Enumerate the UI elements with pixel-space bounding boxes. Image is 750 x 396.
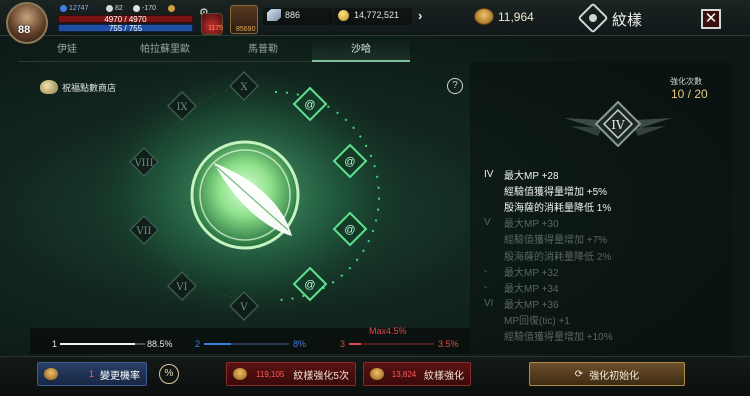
stat-rank: - [484, 281, 488, 293]
reset-enhance-button[interactable]: ⟳ 強化初始化 [529, 362, 685, 386]
stat-text: 最大MP +34 [504, 283, 559, 295]
stat-text: 經驗值獲得量增加 +7% [504, 235, 608, 247]
stat-text: 殷海薩的消耗量降低 2% [504, 251, 612, 263]
stat-text: 最大MP +32 [504, 267, 559, 279]
rank-badge: IV [564, 100, 672, 148]
percent-button[interactable]: % [159, 364, 179, 384]
roman-ix: IX [176, 102, 188, 113]
prob1-fill [60, 343, 135, 345]
rank-numeral: IV [611, 118, 625, 132]
prob2-index: 2 [195, 339, 201, 349]
swirl-icon: @ [344, 156, 355, 168]
emblem-point-icon [474, 8, 494, 25]
stat-list: IV 最大MP +28 經驗值獲得量增加 +5% 殷海薩的消耗量降低 1% V 最大MP … [484, 166, 724, 344]
refresh-icon: ⟳ [574, 368, 584, 380]
change-probability-button[interactable]: 1 變更機率 [37, 362, 147, 386]
roman-x: X [240, 82, 248, 93]
emblem-coin-icon [370, 368, 384, 380]
prob3-fill [349, 343, 361, 345]
stat-rank: VI [484, 298, 494, 310]
close-button[interactable]: ✕ [701, 9, 721, 29]
stat-row: 經驗值獲得量增加 +5% [484, 182, 724, 198]
prob3-track [349, 343, 434, 345]
stat-row: 殷海薩的消耗量降低 2% [484, 247, 724, 263]
stat-row: - 最大MP +34 [484, 279, 724, 295]
swirl-icon: @ [304, 99, 315, 111]
stat-row: - 最大MP +32 [484, 263, 724, 279]
stat-rank: V [484, 217, 491, 229]
roman-vi: VI [175, 282, 187, 293]
stat-row: IV 最大MP +28 [484, 166, 724, 182]
stat-row: 經驗值獲得量增加 +10% [484, 328, 724, 344]
emblem-coin-icon [44, 368, 58, 380]
stat-text: 最大MP +36 [504, 300, 559, 312]
roman-vii: VII [135, 226, 151, 237]
roman-viii: VIII [133, 158, 153, 169]
prob3-value: 3.5% [438, 339, 459, 349]
stat-text: 最大MP +30 [504, 219, 559, 231]
stat-rank: - [484, 265, 488, 277]
emblem-wheel: X IX VIII VII VI V @ @ @ @ [78, 50, 418, 330]
stat-text: 經驗值獲得量增加 +5% [504, 186, 608, 198]
page-title: 紋樣 [612, 12, 643, 29]
enhance-count-value: 10 / 20 [671, 87, 708, 101]
prob1-index: 1 [52, 339, 58, 349]
prob2-value: 8% [293, 339, 307, 349]
swirl-icon: @ [304, 279, 315, 291]
stat-text: MP回復(tic) +1 [504, 316, 570, 328]
stat-row: MP回復(tic) +1 [484, 312, 724, 328]
stat-row: 殷海薩的消耗量降低 1% [484, 198, 724, 214]
stat-text: 經驗值獲得量增加 +10% [504, 332, 613, 344]
enhance-count-label: 強化次數 [670, 77, 702, 86]
roman-v: V [239, 302, 248, 313]
stat-row: VI 最大MP +36 [484, 296, 724, 312]
stat-rank: IV [484, 168, 494, 180]
emblem-coin-icon [233, 368, 247, 380]
stat-row: V 最大MP +30 [484, 215, 724, 231]
emblem-point-count: 11,964 [498, 10, 534, 24]
stat-text: 殷海薩的消耗量降低 1% [504, 202, 612, 214]
prob2-fill [204, 343, 231, 345]
center-feather-emblem[interactable] [190, 140, 300, 250]
max-probability: Max4.5% [369, 326, 407, 336]
stat-row: 經驗值獲得量增加 +7% [484, 231, 724, 247]
enhance-5x-button[interactable]: 119,105 紋樣強化5次 [226, 362, 356, 386]
stat-text: 最大MP +28 [504, 170, 559, 182]
prob3-index: 3 [340, 339, 346, 349]
enhance-button[interactable]: 13,824 紋樣強化 [363, 362, 471, 386]
swirl-icon: @ [344, 224, 355, 236]
emblem-screen: 88 12747 82 -170 4970 / 4970 755 / 755 ⚙… [0, 0, 750, 396]
prob1-value: 88.5% [147, 339, 173, 349]
